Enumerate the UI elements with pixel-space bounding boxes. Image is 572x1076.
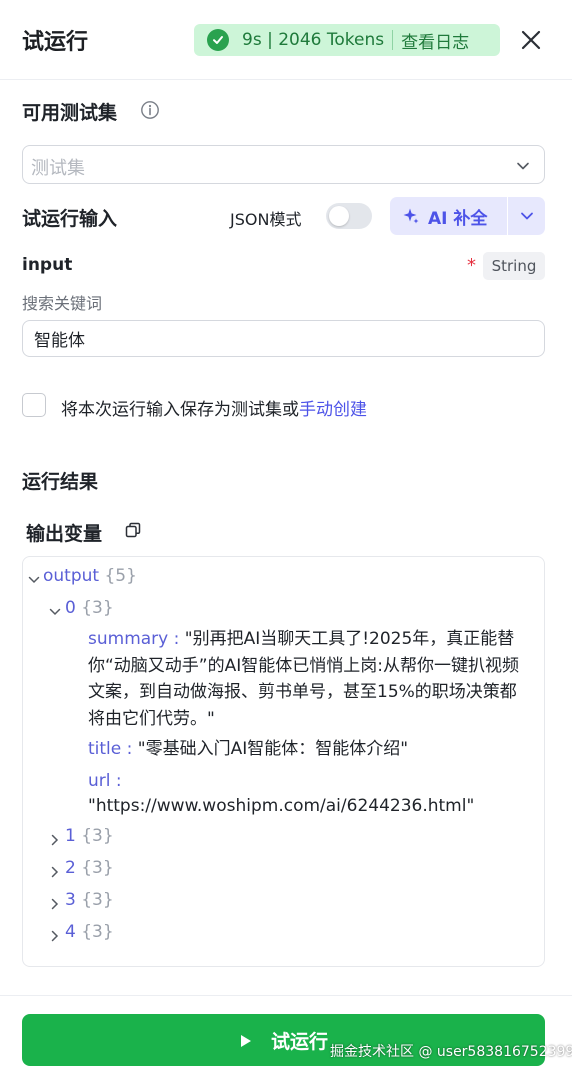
- check-circle-icon: [207, 29, 229, 51]
- field-type-tag: String: [483, 252, 545, 280]
- save-as-testset-checkbox[interactable]: [22, 393, 46, 417]
- save-option-label: 将本次运行输入保存为测试集或: [61, 400, 299, 420]
- watermark: 掘金技术社区 @ user5838167523996: [330, 1044, 572, 1060]
- panel-title: 试运行: [22, 30, 89, 55]
- field-name: input: [22, 255, 73, 275]
- url-entry: url :: [88, 768, 533, 795]
- badge-divider: [392, 30, 394, 50]
- tree-count: {3}: [81, 826, 114, 846]
- toggle-knob: [329, 206, 349, 226]
- run-input-label: 试运行输入: [22, 208, 118, 230]
- tree-key: output: [43, 566, 100, 586]
- run-stats: 9s | 2046 Tokens: [242, 30, 385, 50]
- tree-count: {5}: [104, 566, 137, 586]
- output-json-tree: output {5} 0 {3} summary : "别再把AI当聊天工具了!…: [22, 556, 545, 967]
- url-key: url: [88, 771, 111, 791]
- tree-key: 3: [65, 890, 76, 910]
- testset-select[interactable]: 测试集: [22, 145, 545, 184]
- title-value: "零基础入门AI智能体：智能体介绍": [137, 739, 409, 759]
- tree-key: 2: [65, 858, 76, 878]
- tree-key: 4: [65, 922, 76, 942]
- tree-key: 1: [65, 826, 76, 846]
- tree-node-3[interactable]: 3 {3}: [65, 890, 114, 910]
- ai-complete-label: AI 补全: [428, 208, 488, 229]
- tree-node-4[interactable]: 4 {3}: [65, 922, 114, 942]
- chevron-right-icon[interactable]: [49, 927, 61, 942]
- tree-node-2[interactable]: 2 {3}: [65, 858, 114, 878]
- tree-count: {3}: [81, 922, 114, 942]
- tree-node-0[interactable]: 0 {3}: [65, 598, 114, 618]
- tree-key: 0: [65, 598, 76, 618]
- sparkle-icon: [402, 207, 420, 225]
- tree-count: {3}: [81, 858, 114, 878]
- colon: :: [110, 771, 122, 791]
- run-status-badge: 9s | 2046 Tokens 查看日志: [194, 24, 500, 56]
- copy-icon[interactable]: [125, 522, 141, 538]
- required-mark: *: [467, 255, 476, 276]
- panel-header: 试运行 9s | 2046 Tokens 查看日志: [0, 0, 572, 80]
- summary-key: summary: [88, 629, 169, 649]
- title-entry: title : "零基础入门AI智能体：智能体介绍": [88, 736, 533, 763]
- json-mode-toggle[interactable]: [326, 203, 372, 229]
- url-value: "https://www.woshipm.com/ai/6244236.html…: [88, 796, 475, 816]
- json-mode-label: JSON模式: [230, 210, 302, 229]
- close-icon[interactable]: [518, 27, 544, 53]
- ai-options-chevron-icon[interactable]: [508, 197, 545, 235]
- footer-divider: [0, 995, 572, 996]
- run-result-label: 运行结果: [22, 471, 99, 493]
- tree-node-1[interactable]: 1 {3}: [65, 826, 114, 846]
- ai-complete-button[interactable]: AI 补全: [390, 197, 507, 235]
- view-log-link[interactable]: 查看日志: [401, 28, 469, 53]
- testset-placeholder: 测试集: [31, 158, 85, 179]
- chevron-right-icon[interactable]: [49, 831, 61, 846]
- chevron-down-icon[interactable]: [28, 571, 40, 584]
- testset-label: 可用测试集: [22, 102, 118, 124]
- test-run-label: 试运行: [270, 1030, 328, 1053]
- colon: :: [168, 629, 185, 649]
- chevron-down-icon: [516, 158, 530, 172]
- field-description: 搜索关键词: [22, 294, 103, 313]
- summary-entry: summary : "别再把AI当聊天工具了!2025年，真正能替你“动脑又动手…: [88, 626, 533, 732]
- info-icon[interactable]: [140, 100, 160, 120]
- save-option-text: 将本次运行输入保存为测试集或手动创建: [61, 395, 367, 420]
- chevron-down-icon[interactable]: [49, 603, 61, 616]
- tree-count: {3}: [81, 890, 114, 910]
- play-icon: [239, 1033, 253, 1047]
- manual-create-link[interactable]: 手动创建: [299, 400, 367, 420]
- colon: :: [121, 739, 138, 759]
- ai-complete-group: AI 补全: [390, 197, 545, 235]
- chevron-right-icon[interactable]: [49, 895, 61, 910]
- title-key: title: [88, 739, 122, 759]
- input-field[interactable]: [22, 320, 545, 357]
- test-run-panel: 试运行 9s | 2046 Tokens 查看日志 可用测试集 测试集 试运行输…: [0, 0, 572, 1076]
- chevron-right-icon[interactable]: [49, 863, 61, 878]
- output-variables-label: 输出变量: [26, 523, 103, 545]
- tree-count: {3}: [81, 598, 114, 618]
- tree-node-output[interactable]: output {5}: [43, 566, 137, 586]
